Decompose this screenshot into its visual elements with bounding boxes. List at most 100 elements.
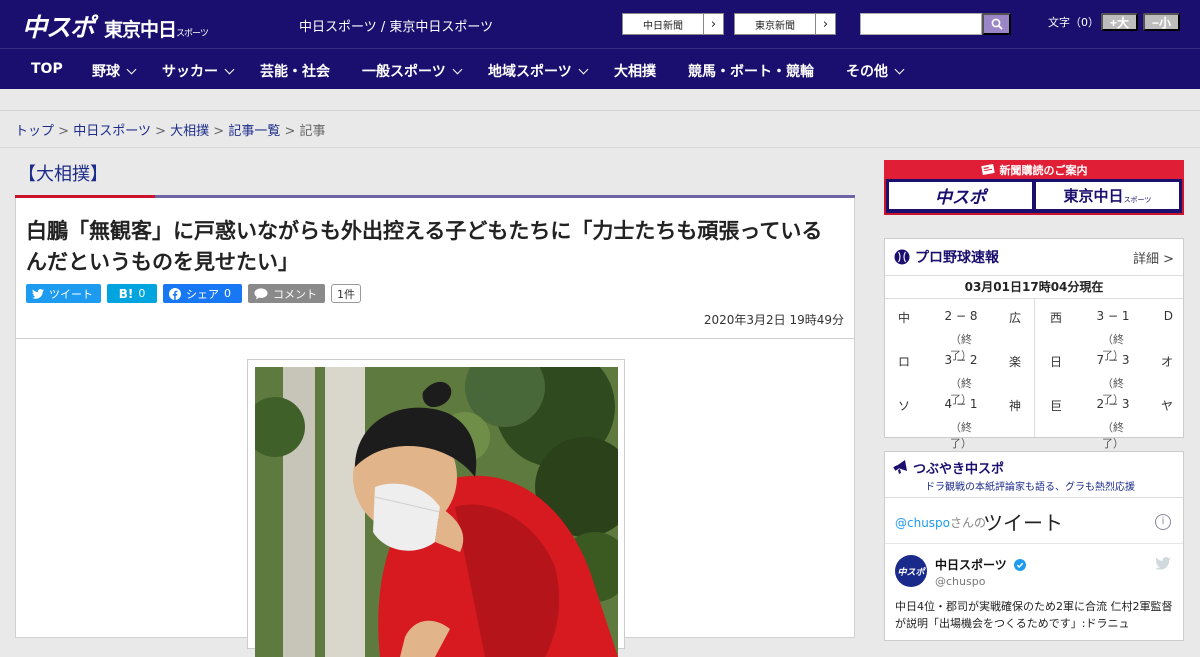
font-bigger-button[interactable]: +大 [1101,13,1138,31]
chevron-down-icon [452,64,463,75]
chunichi-shimbun-button[interactable]: 中日新聞 › [622,13,724,35]
comment-label: コメント [273,287,317,301]
tokyo-shimbun-label: 東京新聞 [755,20,795,32]
twitter-widget-title: つぶやき中スポ [913,462,1005,477]
game-score[interactable]: ロ3 − 2 楽（終了） [885,343,1035,406]
logo-sub: 東京中日スポーツ [104,19,209,41]
breadcrumb-article-list[interactable]: 記事一覧 [228,124,280,139]
megaphone-icon [893,460,907,474]
ad-band [0,89,1200,111]
article-photo[interactable] [247,359,625,657]
tokyo-shimbun-button[interactable]: 東京新聞 › [734,13,836,35]
tweet-button[interactable]: ツイート [26,284,101,303]
chevron-down-icon [894,64,905,75]
tweet-text: 中日4位・郡司が実戦確保のため2軍に合流 仁村2軍監督が説明「出場機会をつくるた… [895,600,1173,630]
game-score[interactable]: ソ4 − 1 神（終了） [885,387,1035,450]
chevron-down-icon [126,64,137,75]
twitter-bird-icon [32,288,44,299]
subscription-title: 新聞購読のご案内 [999,163,1088,177]
divider [16,338,854,339]
breadcrumb-sep: > [213,124,225,139]
nav-item-local-sports[interactable]: 地域スポーツ [488,61,589,81]
pacific-league-column: 西3 − 1 D （終了） 日7 − 3 オ（終了） 巨2 − 3 ヤ（終了） [1037,299,1187,450]
nav-item-general-sports[interactable]: 一般スポーツ [362,61,463,81]
baseball-title: プロ野球速報 [915,250,999,266]
hatena-count: 0 [138,287,146,300]
info-icon[interactable]: i [1155,514,1171,530]
twitter-handle-link[interactable]: @chuspoさんの [895,514,986,531]
tweets-label: ツイート [983,511,1063,535]
baseball-header: プロ野球速報 詳細 > [885,239,1183,275]
subscription-header: 新聞購読のご案内 [884,160,1184,179]
twitter-widget-subtitle: ドラ観戦の本紙評論家も語る、グラも熱烈応援 [925,482,1135,493]
search-button[interactable] [982,13,1011,35]
tweet-account-name[interactable]: 中日スポーツ [935,556,1026,573]
speech-bubble-icon [254,287,268,300]
breadcrumb-chunichi-sports[interactable]: 中日スポーツ [73,124,151,139]
article-headline: 白鵬「無観客」に戸惑いながらも外出控える子どもたちに「力士たちも頑張っているんだ… [26,219,823,274]
search-input[interactable] [860,13,982,35]
verified-badge-icon [1013,559,1026,571]
game-score[interactable]: 日7 − 3 オ（終了） [1037,343,1187,406]
logo-main: 中スポ [22,13,95,42]
twitter-widget: つぶやき中スポ ドラ観戦の本紙評論家も語る、グラも熱烈応援 @chuspoさんの… [884,451,1184,641]
breadcrumb-sep: > [284,124,296,139]
nav-item-racing[interactable]: 競馬・ボート・競輪 [688,61,814,81]
twitter-bird-icon[interactable] [1155,557,1171,570]
subscribe-tokyo-chunichi-button[interactable]: 東京中日 スポーツ [1036,182,1179,209]
comment-count[interactable]: 1件 [331,284,361,303]
facebook-share-count: 0 [224,287,231,300]
breadcrumb-sumo[interactable]: 大相撲 [170,124,209,139]
chunichi-shimbun-label: 中日新聞 [643,20,683,32]
facebook-icon [169,287,181,300]
twitter-widget-header: つぶやき中スポ ドラ観戦の本紙評論家も語る、グラも熱烈応援 [885,452,1183,498]
site-title[interactable]: 中日スポーツ / 東京中日スポーツ [299,16,493,35]
site-header: 中スポ 東京中日スポーツ 中日スポーツ / 東京中日スポーツ 中日新聞 › 東京… [0,0,1200,48]
game-score[interactable]: 巨2 − 3 ヤ（終了） [1037,387,1187,450]
comment-button[interactable]: コメント [248,284,325,303]
chevron-right-icon: › [703,14,723,34]
avatar[interactable]: 中スポ [895,555,927,587]
breadcrumb-top[interactable]: トップ [15,124,54,139]
chevron-down-icon [224,64,235,75]
section-title: 【大相撲】 [18,164,108,185]
divider [0,147,1200,148]
hatena-icon: B! [118,286,134,301]
nav-item-entertainment[interactable]: 芸能・社会 [260,61,330,81]
baseball-icon [894,249,910,265]
game-score[interactable]: 西3 − 1 D （終了） [1037,299,1187,362]
breadcrumb: トップ > 中日スポーツ > 大相撲 > 記事一覧 > 記事 [15,120,326,139]
search-icon [991,18,1003,30]
baseball-detail-link[interactable]: 詳細 > [1133,248,1174,267]
tweet-account-id: @chuspo [935,575,986,588]
font-size-label: 文字（0） [1048,16,1099,29]
divider [885,543,1183,544]
hatena-bookmark-button[interactable]: B! 0 [107,284,157,303]
chevron-down-icon [578,64,589,75]
facebook-share-button[interactable]: シェア 0 [163,284,242,303]
nav-item-other[interactable]: その他 [846,61,905,81]
central-league-column: 中2 − 8 広（終了） ロ3 − 2 楽（終了） ソ4 − 1 神（終了） [885,299,1035,450]
facebook-share-label: シェア [186,287,219,301]
article: 白鵬「無観客」に戸惑いながらも外出控える子どもたちに「力士たちも頑張っているんだ… [15,198,855,657]
chevron-right-icon: › [815,14,835,34]
nav-item-sumo[interactable]: 大相撲 [614,61,656,81]
newspaper-icon [980,164,995,175]
breadcrumb-current: 記事 [299,124,326,139]
baseball-scores-widget: プロ野球速報 詳細 > 03月01日17時04分現在 中2 − 8 広（終了） ロ… [884,238,1187,450]
font-smaller-button[interactable]: −小 [1143,13,1180,31]
nav-item-soccer[interactable]: サッカー [162,61,235,81]
tweet-label: ツイート [49,287,93,301]
baseball-update-time: 03月01日17時04分現在 [885,275,1183,299]
game-score[interactable]: 中2 − 8 広（終了） [885,299,1035,362]
breadcrumb-sep: > [58,124,70,139]
main-nav: TOP 野球 サッカー 芸能・社会 一般スポーツ 地域スポーツ 大相撲 競馬・ボ… [0,48,1200,89]
breadcrumb-sep: > [155,124,166,139]
subscription-banner: 新聞購読のご案内 中スポ 東京中日 スポーツ [884,160,1184,215]
subscribe-chuspo-button[interactable]: 中スポ [889,182,1032,209]
site-logo[interactable]: 中スポ 東京中日スポーツ [22,8,209,44]
publish-date: 2020年3月2日 19時49分 [703,313,844,327]
nav-item-baseball[interactable]: 野球 [92,61,137,81]
nav-item-top[interactable]: TOP [31,61,63,77]
photo-image [255,367,618,657]
